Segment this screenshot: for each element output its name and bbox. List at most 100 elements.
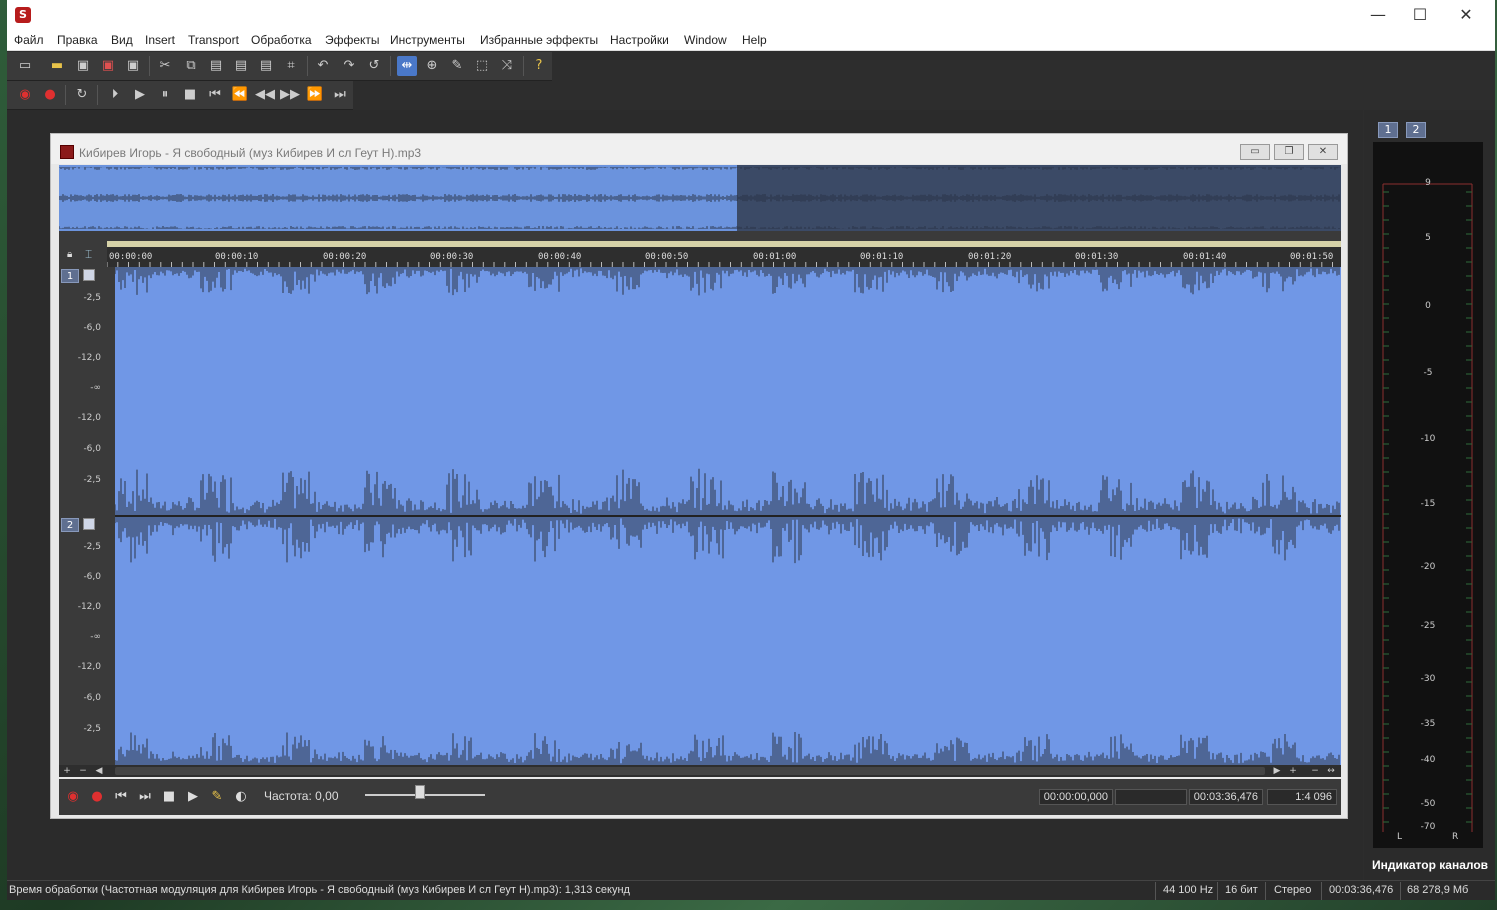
time-label: 00:01:40 — [1183, 252, 1227, 262]
paste-icon[interactable]: ▤ — [206, 56, 226, 76]
minimize-button[interactable]: — — [1355, 0, 1401, 30]
new-file-icon[interactable]: ▭ — [15, 56, 35, 76]
crop-icon[interactable]: ⌗ — [281, 56, 301, 76]
paste-mix-icon[interactable]: ▤ — [231, 56, 251, 76]
save-as-icon[interactable]: ▣ — [98, 56, 118, 76]
scrollbar-thumb[interactable] — [115, 767, 1265, 775]
channel-2-badge[interactable]: 2 — [61, 518, 79, 532]
doc-restore-button[interactable]: ❐ — [1274, 144, 1304, 160]
repeat-icon[interactable]: ↺ — [364, 56, 384, 76]
pause-icon[interactable]: ⏸ — [155, 85, 175, 105]
selection-start-field[interactable]: 00:00:00,000 — [1039, 789, 1113, 805]
save-all-icon[interactable]: ▣ — [123, 56, 143, 76]
maximize-button[interactable]: ☐ — [1397, 0, 1443, 30]
go-end-icon[interactable]: ⏭ — [330, 85, 350, 105]
copy-icon[interactable]: ⧉ — [181, 56, 201, 76]
menu-options[interactable]: Настройки — [610, 33, 669, 47]
doc-go-start-icon[interactable]: ⏮ — [111, 787, 131, 807]
slider-thumb[interactable] — [415, 785, 425, 799]
forward-icon[interactable]: ▶▶ — [280, 85, 300, 105]
envelope-tool-icon[interactable]: ⤨ — [497, 56, 517, 76]
paste-new-icon[interactable]: ▤ — [256, 56, 276, 76]
menu-tools[interactable]: Инструменты — [390, 33, 465, 47]
time-label: 00:01:30 — [1075, 252, 1119, 262]
cut-icon[interactable]: ✂ — [155, 56, 175, 76]
meter-tab-2[interactable]: 2 — [1406, 122, 1426, 138]
frequency-label: Частота: 0,00 — [264, 789, 339, 803]
menu-file[interactable]: Файл — [14, 33, 44, 47]
menu-edit[interactable]: Правка — [57, 33, 98, 47]
selection-length-field[interactable] — [1115, 789, 1187, 805]
overview-waveform[interactable] — [59, 165, 1341, 231]
menu-transport[interactable]: Transport — [188, 33, 239, 47]
channel-2-minimize-icon[interactable] — [83, 518, 95, 530]
scroll-left-icon[interactable]: ◀ — [93, 765, 105, 777]
db-label: -∞ — [90, 632, 101, 642]
doc-stop-icon[interactable]: ■ — [159, 787, 179, 807]
menu-insert[interactable]: Insert — [145, 33, 175, 47]
save-icon[interactable]: ▣ — [73, 56, 93, 76]
horizontal-scrollbar[interactable]: + − ◀ ▶ + − ↔ — [59, 765, 1341, 777]
loop-icon[interactable]: ↻ — [72, 85, 92, 105]
timeline-ruler[interactable]: 00:00:00 00:00:10 00:00:20 00:00:30 00:0… — [107, 247, 1341, 267]
channel-1-badge[interactable]: 1 — [61, 269, 79, 283]
undo-icon[interactable]: ↶ — [313, 56, 333, 76]
waveform-display[interactable] — [115, 267, 1341, 765]
zoom-all-icon[interactable]: ↔ — [1325, 765, 1337, 777]
meter-label: -70 — [1420, 822, 1436, 832]
lock-icon[interactable]: 🔒︎ — [67, 249, 81, 263]
help-context-icon[interactable]: ? — [529, 56, 549, 76]
edit-tool-icon[interactable]: ⇹ — [397, 56, 417, 76]
scroll-right-icon[interactable]: ▶ — [1271, 765, 1283, 777]
meter-label: -30 — [1420, 674, 1436, 684]
db-label: -2,5 — [83, 724, 101, 734]
zoom-in-right-icon[interactable]: + — [1287, 765, 1299, 777]
menu-effects[interactable]: Эффекты — [325, 33, 380, 47]
channel-1-minimize-icon[interactable] — [83, 269, 95, 281]
time-label: 00:00:40 — [538, 252, 582, 262]
waveform-graphic — [115, 267, 1341, 765]
meter-tab-1[interactable]: 1 — [1378, 122, 1398, 138]
doc-close-button[interactable]: ✕ — [1308, 144, 1338, 160]
play-all-icon[interactable]: ⏵ — [105, 85, 125, 105]
menu-process[interactable]: Обработка — [251, 33, 312, 47]
total-length-field[interactable]: 00:03:36,476 — [1189, 789, 1263, 805]
record-remote-icon[interactable]: ◉ — [15, 85, 35, 105]
marker-tool-icon[interactable]: ⌶ — [85, 247, 101, 263]
db-label: -12,0 — [77, 353, 101, 363]
doc-minimize-button[interactable]: ▭ — [1240, 144, 1270, 160]
zoom-in-icon[interactable]: + — [61, 765, 73, 777]
pencil-tool-icon[interactable]: ✎ — [447, 56, 467, 76]
menu-favorites[interactable]: Избранные эффекты — [480, 33, 598, 47]
doc-speaker-icon[interactable]: ◐ — [231, 787, 251, 807]
menu-window[interactable]: Window — [684, 33, 727, 47]
play-icon[interactable]: ▶ — [130, 85, 150, 105]
menu-view[interactable]: Вид — [111, 33, 133, 47]
db-label: -6,0 — [83, 444, 101, 454]
meter-label: -35 — [1420, 719, 1436, 729]
doc-scrub-icon[interactable]: ✎ — [207, 787, 227, 807]
menu-help[interactable]: Help — [742, 33, 767, 47]
doc-record-icon[interactable]: ● — [87, 787, 107, 807]
doc-go-end-icon[interactable]: ⏭ — [135, 787, 155, 807]
time-label: 00:00:30 — [430, 252, 474, 262]
doc-play-icon[interactable]: ▶ — [183, 787, 203, 807]
zoom-tool-icon[interactable]: ⊕ — [422, 56, 442, 76]
doc-record-remote-icon[interactable]: ◉ — [63, 787, 83, 807]
stop-icon[interactable]: ■ — [180, 85, 200, 105]
select-tool-icon[interactable]: ⬚ — [472, 56, 492, 76]
rewind-icon[interactable]: ◀◀ — [255, 85, 275, 105]
record-icon[interactable]: ● — [40, 85, 60, 105]
open-folder-icon[interactable]: ▬ — [47, 56, 67, 76]
zoom-out-right-icon[interactable]: − — [1309, 765, 1321, 777]
meter-label: -20 — [1420, 562, 1436, 572]
go-start-icon[interactable]: ⏮ — [205, 85, 225, 105]
close-button[interactable]: ✕ — [1443, 0, 1489, 30]
zoom-out-icon[interactable]: − — [77, 765, 89, 777]
previous-icon[interactable]: ⏪ — [230, 85, 250, 105]
time-label: 00:01:00 — [753, 252, 797, 262]
redo-icon[interactable]: ↷ — [339, 56, 359, 76]
playback-rate-slider[interactable] — [365, 794, 485, 796]
zoom-ratio-field[interactable]: 1:4 096 — [1267, 789, 1337, 805]
next-icon[interactable]: ⏩ — [305, 85, 325, 105]
